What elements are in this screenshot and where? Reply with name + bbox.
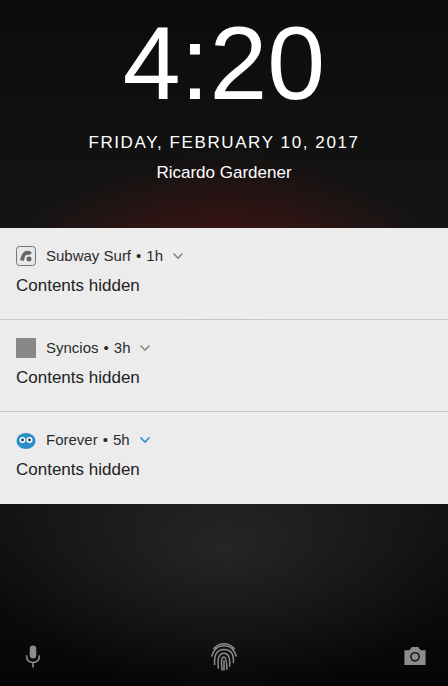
- clock-date: FRIDAY, FEBRUARY 10, 2017: [88, 132, 359, 154]
- expand-chevron-icon[interactable]: [172, 252, 184, 260]
- clock-area: 4:20 FRIDAY, FEBRUARY 10, 2017 Ricardo Gar…: [0, 0, 448, 228]
- fingerprint-icon[interactable]: [209, 640, 239, 672]
- notification-header: Subway Surf•1h: [16, 246, 432, 266]
- notification-header: Forever•5h: [16, 430, 432, 450]
- notification-age: 3h: [114, 338, 131, 358]
- expand-chevron-icon[interactable]: [139, 436, 151, 444]
- owner-info: Ricardo Gardener: [156, 162, 291, 184]
- notification-content: Contents hidden: [16, 367, 432, 389]
- notification-age: 1h: [146, 246, 163, 266]
- notification-card[interactable]: Forever•5h Contents hidden: [0, 412, 448, 504]
- microphone-icon[interactable]: [20, 643, 46, 669]
- notification-card[interactable]: Syncios•3h Contents hidden: [0, 320, 448, 412]
- separator: •: [103, 430, 108, 450]
- notification-header: Syncios•3h: [16, 338, 432, 358]
- clock-time: 4:20: [123, 6, 325, 120]
- notification-content: Contents hidden: [16, 275, 432, 297]
- notification-list: Subway Surf•1hContents hiddenSyncios•3hC…: [0, 228, 448, 504]
- separator: •: [136, 246, 141, 266]
- lock-screen: 4:20 FRIDAY, FEBRUARY 10, 2017 Ricardo Gar…: [0, 0, 448, 686]
- bottom-bar: [0, 640, 448, 686]
- notification-content: Contents hidden: [16, 459, 432, 481]
- camera-icon[interactable]: [402, 643, 428, 669]
- notification-age: 5h: [113, 430, 130, 450]
- subway-surf-icon: [16, 246, 36, 266]
- app-name: Forever: [46, 430, 98, 450]
- app-name: Subway Surf: [46, 246, 131, 266]
- app-name: Syncios: [46, 338, 99, 358]
- separator: •: [104, 338, 109, 358]
- notification-card[interactable]: Subway Surf•1h Contents hidden: [0, 228, 448, 320]
- syncios-icon: [16, 338, 36, 358]
- forever-icon: [16, 430, 36, 450]
- expand-chevron-icon[interactable]: [139, 344, 151, 352]
